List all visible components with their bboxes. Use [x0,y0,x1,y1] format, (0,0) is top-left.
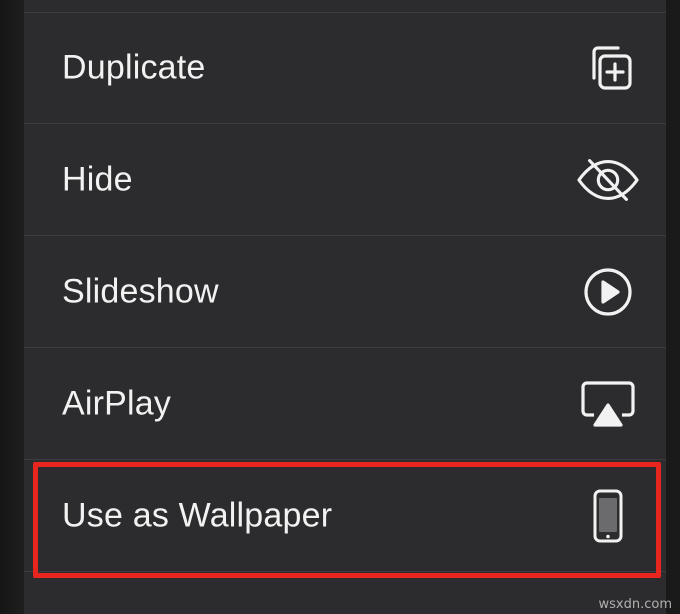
menu-item-airplay[interactable]: AirPlay [24,348,666,460]
menu-item-use-as-wallpaper[interactable]: Use as Wallpaper [24,460,666,572]
background-edge-left [0,0,24,614]
menu-item-duplicate[interactable]: Duplicate [24,12,666,124]
background-edge-right [666,0,680,614]
duplicate-icon [576,36,640,100]
menu-item-label: Hide [62,160,133,198]
menu-item-label: Duplicate [62,48,206,86]
photo-actions-menu: Duplicate Hide Slideshow AirPlay Use as … [24,0,666,614]
menu-item-slideshow[interactable]: Slideshow [24,236,666,348]
menu-item-label: AirPlay [62,384,172,422]
iphone-icon [576,484,640,548]
menu-item-label: Use as Wallpaper [62,496,333,534]
menu-item-label: Slideshow [62,272,219,310]
menu-item-hide[interactable]: Hide [24,124,666,236]
screenshot-stage: Duplicate Hide Slideshow AirPlay Use as … [0,0,680,614]
play-circle-icon [576,260,640,324]
eye-slash-icon [576,148,640,212]
watermark: wsxdn.com [598,597,673,612]
menu-next-item-partial [24,574,666,614]
airplay-icon [576,372,640,436]
